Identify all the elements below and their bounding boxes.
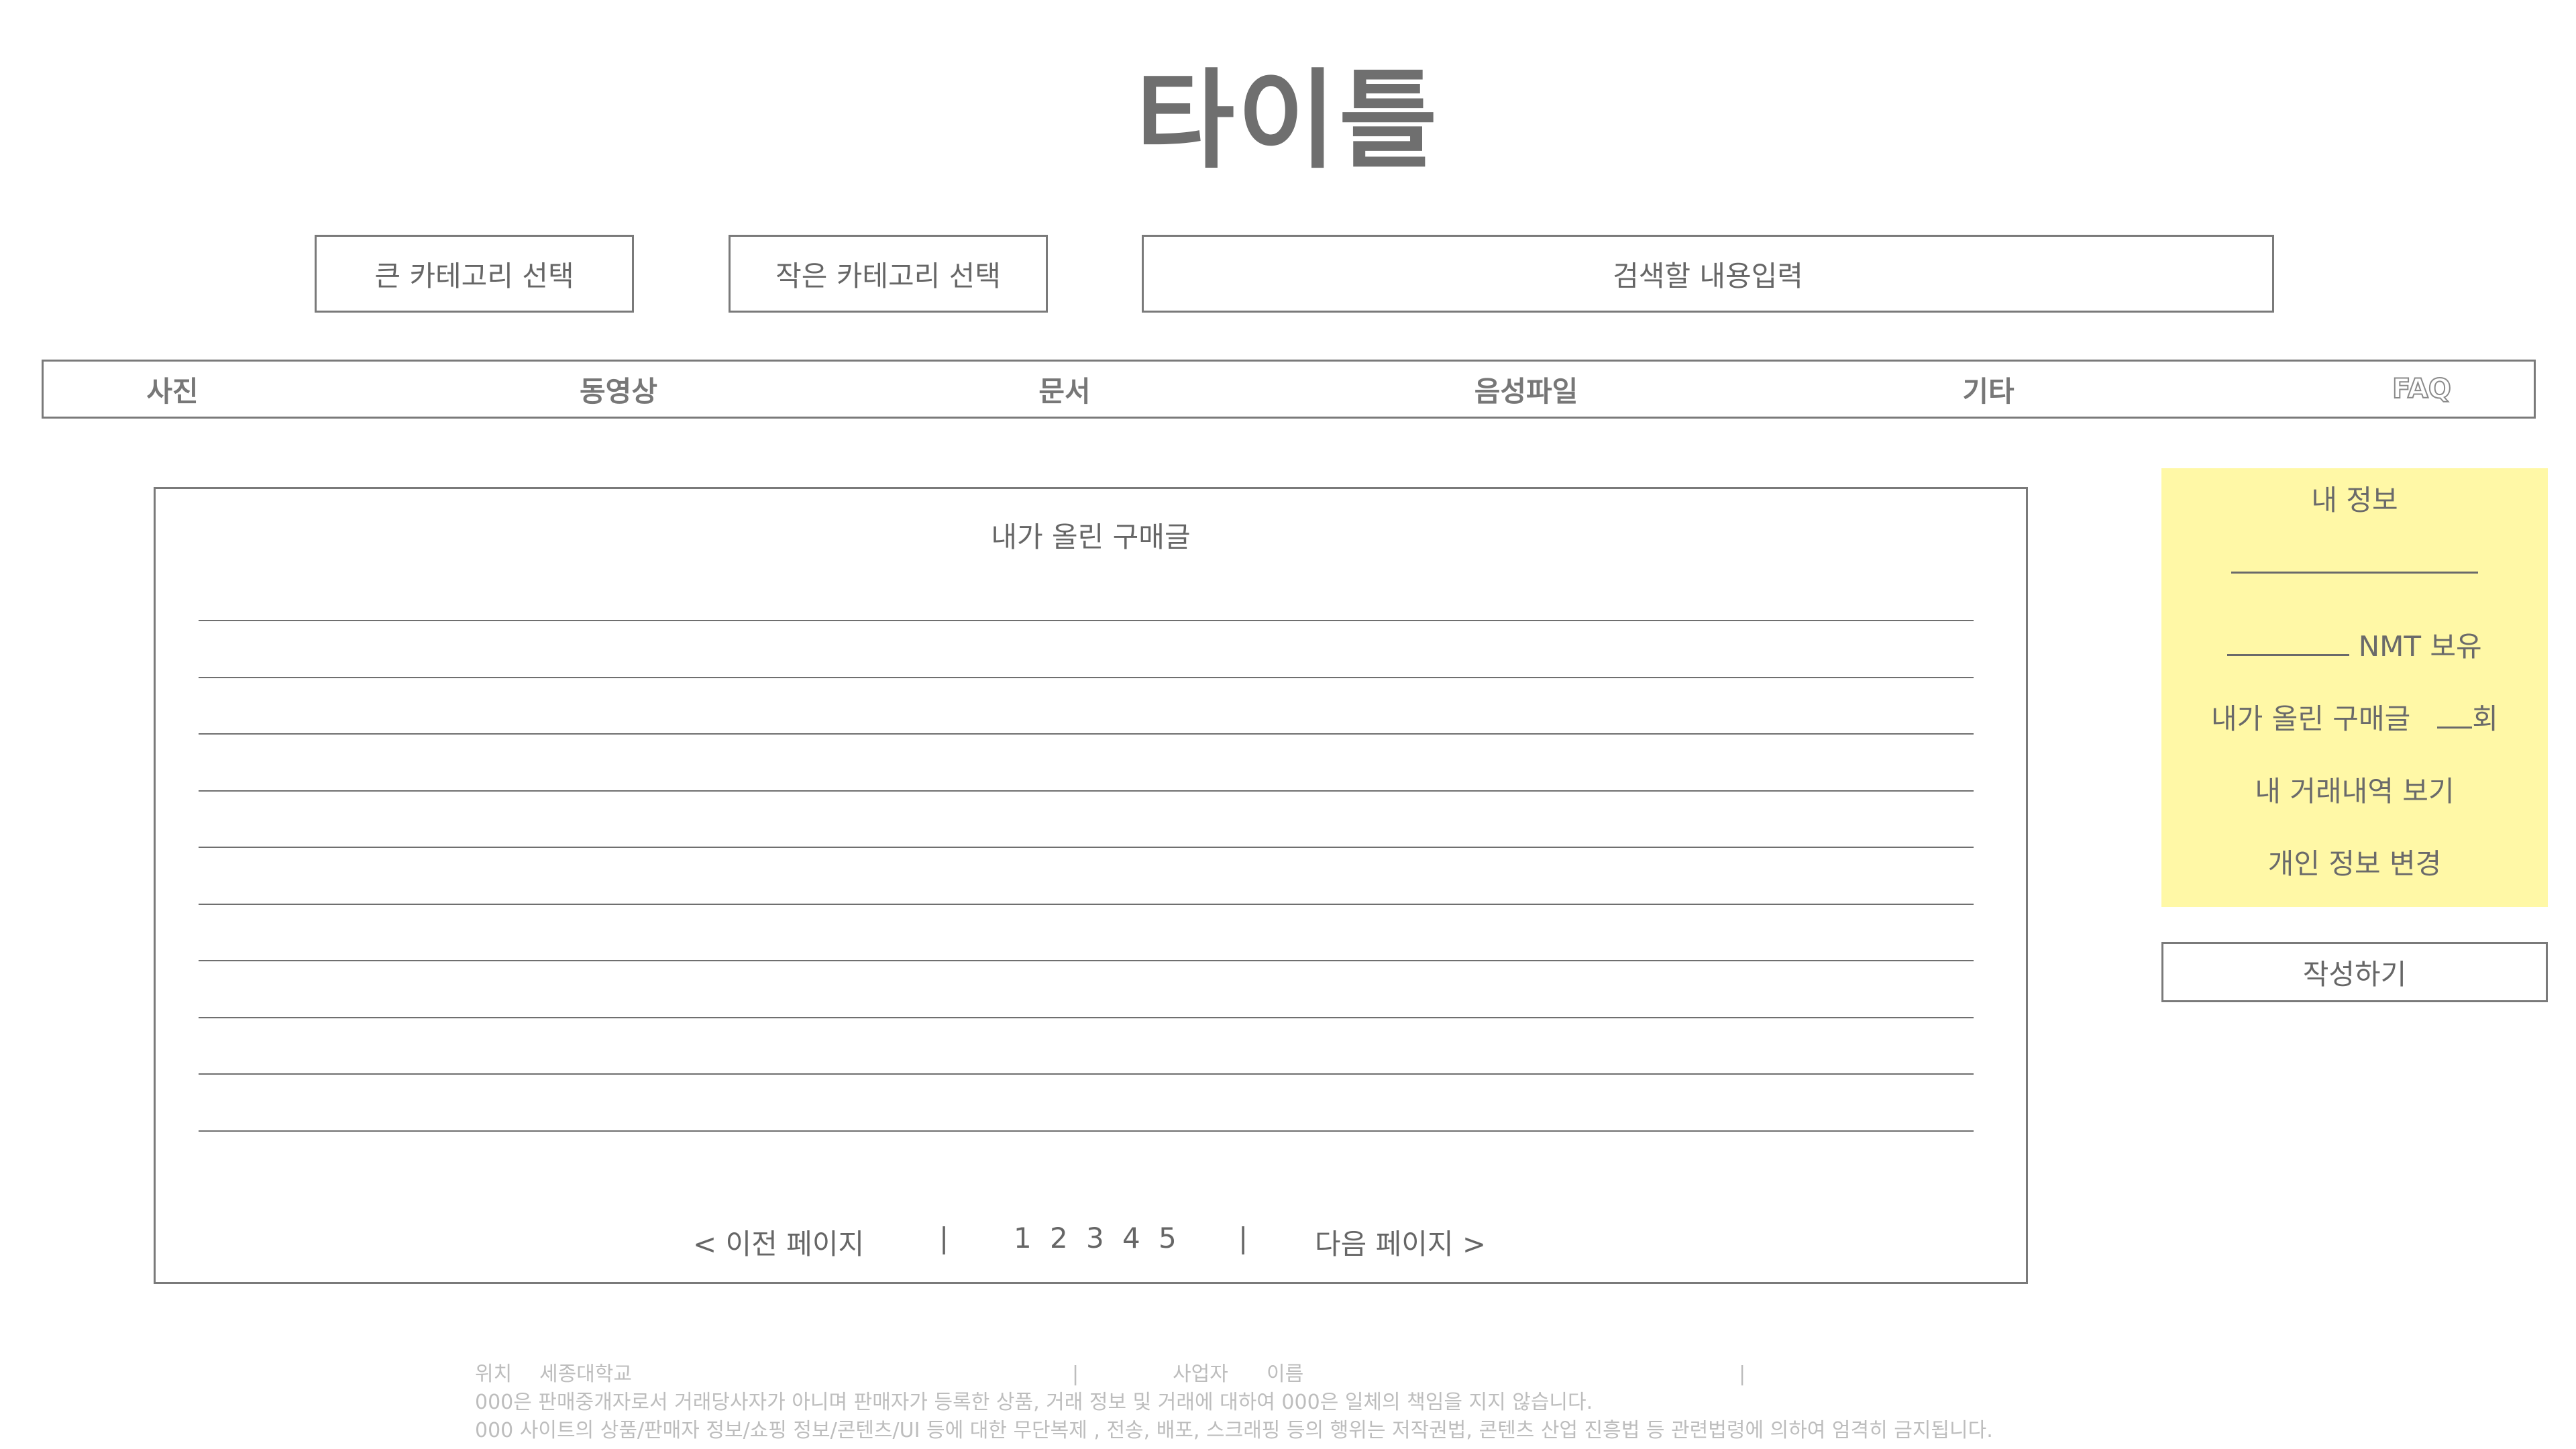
footer-separator: | (1072, 1362, 1079, 1386)
my-posts-suffix: 회 (2472, 702, 2498, 735)
post-row[interactable] (199, 903, 1974, 905)
username-blank (2161, 547, 2548, 580)
page-number[interactable]: 3 (1086, 1222, 1104, 1254)
my-posts-panel: 내가 올린 구매글 < 이전 페이지 | 1 2 3 4 5 | 다음 페이지 … (154, 487, 2028, 1284)
footer-disclaimer: 000은 판매중개자로서 거래당사자가 아니며 판매자가 등록한 상품, 거래 … (475, 1391, 1593, 1414)
my-posts-label: 내가 올린 구매글 (2211, 702, 2411, 735)
post-row[interactable] (199, 620, 1974, 621)
my-posts-count: 내가 올린 구매글 회 (2161, 696, 2548, 737)
nmt-balance: NMT 보유 (2161, 624, 2548, 665)
page-number[interactable]: 2 (1050, 1222, 1068, 1254)
post-row[interactable] (199, 790, 1974, 792)
edit-profile-link[interactable]: 개인 정보 변경 (2161, 841, 2548, 882)
panel-title: 내가 올린 구매글 (991, 521, 1191, 553)
nav-item-video[interactable]: 동영상 (580, 362, 657, 417)
search-input[interactable]: 검색할 내용입력 (1142, 235, 2274, 313)
post-row[interactable] (199, 1073, 1974, 1075)
post-row[interactable] (199, 1130, 1974, 1132)
prev-page-link[interactable]: < 이전 페이지 (693, 1222, 864, 1263)
page-title: 타이틀 (1136, 58, 1440, 183)
my-info-heading: 내 정보 (2311, 484, 2398, 517)
footer-separator: | (1739, 1362, 1746, 1386)
nav-item-photo[interactable]: 사진 (146, 362, 198, 417)
my-info-panel: 내 정보 NMT 보유 내가 올린 구매글 회 내 거래내역 보기 개인 정보 … (2161, 468, 2548, 907)
post-row[interactable] (199, 847, 1974, 848)
pager-separator: | (939, 1222, 949, 1254)
nav-item-etc[interactable]: 기타 (1962, 362, 2014, 417)
footer-business-label: 사업자 (1173, 1362, 1228, 1386)
next-page-link[interactable]: 다음 페이지 > (1315, 1222, 1486, 1263)
footer-location-value: 세종대학교 (539, 1362, 632, 1386)
footer-name-label: 이름 (1267, 1362, 1304, 1386)
page-number[interactable]: 4 (1122, 1222, 1140, 1254)
big-category-select[interactable]: 큰 카테고리 선택 (315, 235, 634, 313)
pagination: < 이전 페이지 | 1 2 3 4 5 | 다음 페이지 > (156, 1222, 2026, 1262)
footer-location-label: 위치 (475, 1362, 513, 1386)
nav-item-faq[interactable]: FAQ (2392, 362, 2452, 417)
post-row[interactable] (199, 1016, 1974, 1018)
post-row[interactable] (199, 960, 1974, 961)
category-nav: 사진 동영상 문서 음성파일 기타 FAQ (42, 360, 2536, 419)
post-row[interactable] (199, 733, 1974, 735)
write-button[interactable]: 작성하기 (2161, 942, 2548, 1002)
small-category-select[interactable]: 작은 카테고리 선택 (729, 235, 1048, 313)
nav-item-document[interactable]: 문서 (1038, 362, 1090, 417)
footer-copyright: 000 사이트의 상품/판매자 정보/쇼핑 정보/콘텐츠/UI 등에 대한 무단… (475, 1419, 1993, 1442)
page-number[interactable]: 1 (1014, 1222, 1032, 1254)
page-number[interactable]: 5 (1159, 1222, 1177, 1254)
nmt-label: NMT 보유 (2358, 630, 2482, 663)
footer: 위치 세종대학교 | 사업자 이름 | 000은 판매중개자로서 거래당사자가 … (475, 1360, 2286, 1445)
pager-separator: | (1238, 1222, 1248, 1254)
trade-history-link[interactable]: 내 거래내역 보기 (2161, 769, 2548, 810)
nav-item-audio[interactable]: 음성파일 (1474, 362, 1578, 417)
post-row[interactable] (199, 676, 1974, 678)
